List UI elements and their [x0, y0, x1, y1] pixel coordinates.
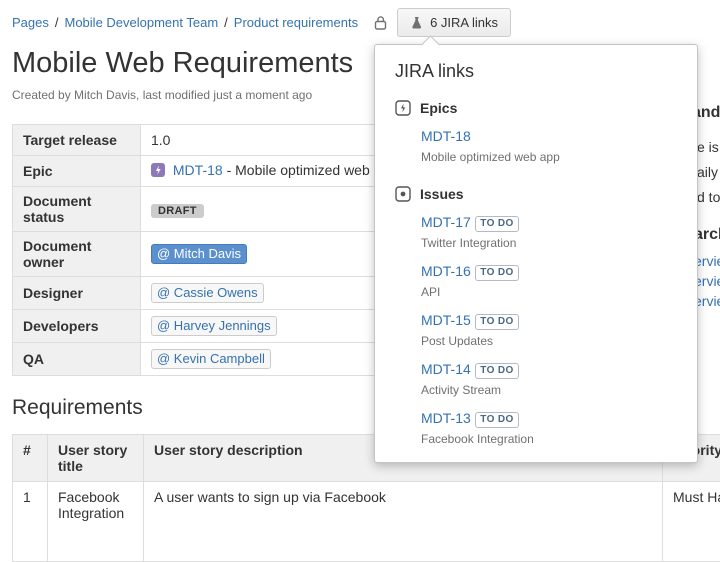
issue-link-mdt-13[interactable]: MDT-13 [421, 410, 471, 426]
issue-link-mdt-16[interactable]: MDT-16 [421, 263, 471, 279]
issue-link-mdt-14[interactable]: MDT-14 [421, 361, 471, 377]
property-label: Target release [13, 125, 141, 156]
property-label: Document owner [13, 232, 141, 277]
breadcrumb: Pages / Mobile Development Team / Produc… [0, 0, 720, 37]
property-label: Epic [13, 156, 141, 187]
issue-status-badge: TO DO [475, 363, 518, 379]
epic-link-mdt-18[interactable]: MDT-18 [421, 128, 471, 144]
issue-summary: Twitter Integration [421, 236, 677, 250]
issue-type-icon [395, 186, 411, 202]
req-cell-title: Facebook Integration [48, 482, 144, 562]
req-cell-num: 1 [13, 482, 48, 562]
mention-kevin-campbell[interactable]: @ Kevin Campbell [151, 349, 271, 369]
issue-summary: API [421, 285, 677, 299]
issues-section-label: Issues [420, 186, 464, 202]
mention-harvey-jennings[interactable]: @ Harvey Jennings [151, 316, 277, 336]
issue-status-badge: TO DO [475, 216, 518, 232]
table-row: 1 Facebook Integration A user wants to s… [13, 482, 720, 562]
list-item: MDT-13 TO DO Facebook Integration [421, 410, 677, 446]
issue-summary: Post Updates [421, 334, 677, 348]
property-label: Designer [13, 277, 141, 310]
epic-summary: Mobile optimized web app [421, 150, 677, 164]
property-label: Document status [13, 187, 141, 232]
list-item: MDT-17 TO DO Twitter Integration [421, 214, 677, 250]
epics-section-header: Epics [395, 100, 677, 116]
right-column-text-fragment: aily ba [697, 164, 720, 180]
draft-status-lozenge: DRAFT [151, 204, 204, 218]
req-cell-priority: Must Have [663, 482, 720, 562]
issues-section-header: Issues [395, 186, 677, 202]
right-column-text-fragment: d to ha [697, 189, 720, 205]
req-cell-description: A user wants to sign up via Facebook [144, 482, 663, 562]
mention-cassie-owens[interactable]: @ Cassie Owens [151, 283, 264, 303]
epic-icon [151, 164, 169, 180]
issue-status-badge: TO DO [475, 265, 518, 281]
column-header-title: User story title [48, 435, 144, 482]
breadcrumb-separator: / [55, 15, 59, 30]
list-item: MDT-16 TO DO API [421, 263, 677, 299]
epic-key-link[interactable]: MDT-18 [173, 162, 223, 178]
breadcrumb-separator: / [224, 15, 228, 30]
issue-summary: Activity Stream [421, 383, 677, 397]
epic-summary-text: - Mobile optimized web app [223, 162, 397, 178]
property-label: Developers [13, 310, 141, 343]
list-item: MDT-15 TO DO Post Updates [421, 312, 677, 348]
issue-summary: Facebook Integration [421, 432, 677, 446]
jira-links-popup: JIRA links Epics MDT-18 Mobile optimized… [374, 44, 698, 463]
lock-icon[interactable] [374, 15, 387, 30]
popup-title: JIRA links [395, 61, 677, 82]
breadcrumb-link-parent[interactable]: Product requirements [234, 15, 358, 30]
breadcrumb-link-pages[interactable]: Pages [12, 15, 49, 30]
issue-link-mdt-17[interactable]: MDT-17 [421, 214, 471, 230]
jira-icon [410, 16, 423, 30]
jira-links-button[interactable]: 6 JIRA links [397, 8, 511, 37]
issue-status-badge: TO DO [475, 314, 518, 330]
issue-status-badge: TO DO [475, 412, 518, 428]
column-header-num: # [13, 435, 48, 482]
list-item: MDT-18 Mobile optimized web app [421, 128, 677, 164]
epics-section-label: Epics [420, 100, 457, 116]
epic-type-icon [395, 100, 411, 116]
jira-links-button-label: 6 JIRA links [430, 15, 498, 30]
issue-link-mdt-15[interactable]: MDT-15 [421, 312, 471, 328]
list-item: MDT-14 TO DO Activity Stream [421, 361, 677, 397]
property-label: QA [13, 343, 141, 376]
breadcrumb-link-space[interactable]: Mobile Development Team [65, 15, 219, 30]
right-column-text-fragment: e is on [697, 139, 720, 155]
mention-mitch-davis[interactable]: @ Mitch Davis [151, 244, 247, 264]
